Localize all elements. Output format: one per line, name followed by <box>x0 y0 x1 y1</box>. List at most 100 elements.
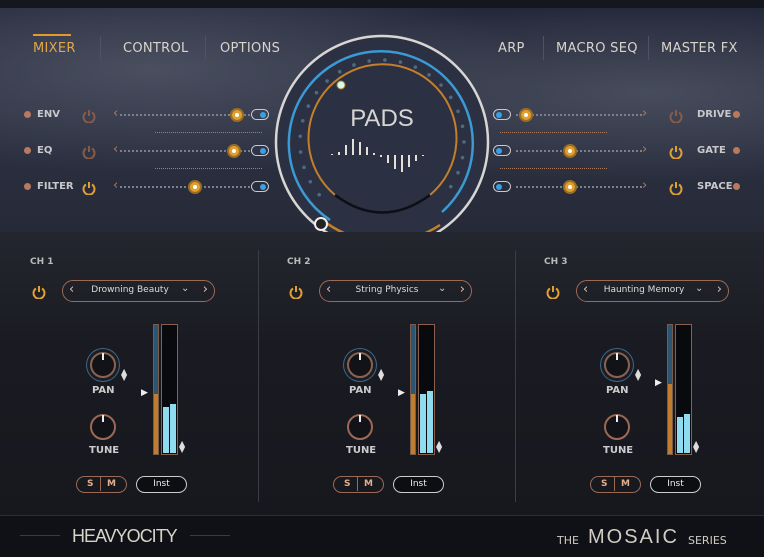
fx-indicator-dot <box>733 147 740 154</box>
volume-handle-icon[interactable]: ▶ <box>398 388 405 398</box>
fx-slider-track[interactable] <box>120 186 250 188</box>
channel-label: CH 2 <box>287 257 311 267</box>
preset-selector[interactable]: ‹ String Physics ⌄ › <box>319 280 472 302</box>
divider <box>190 535 230 536</box>
output-button[interactable]: Inst <box>393 476 444 493</box>
tune-knob[interactable] <box>604 414 630 440</box>
series-the: THE <box>557 534 579 547</box>
channel-power-icon[interactable] <box>289 284 303 300</box>
solo-button[interactable]: S <box>87 479 93 489</box>
fx-slider-track[interactable] <box>516 114 642 116</box>
slider-min-icon: ‹ <box>113 142 119 157</box>
preset-selector[interactable]: ‹ Drowning Beauty ⌄ › <box>62 280 215 302</box>
channel-power-icon[interactable] <box>32 284 46 300</box>
fx-indicator-dot <box>733 183 740 190</box>
fx-toggle[interactable] <box>251 145 269 156</box>
mute-button[interactable]: M <box>621 479 630 489</box>
solo-button[interactable]: S <box>344 479 350 489</box>
chevron-down-icon[interactable]: ⌄ <box>181 283 189 294</box>
power-icon[interactable] <box>82 180 96 196</box>
output-button[interactable]: Inst <box>136 476 187 493</box>
dial-dot <box>383 58 387 62</box>
dial-handle[interactable] <box>336 80 346 90</box>
active-tab-indicator <box>33 34 71 36</box>
channel-power-icon[interactable] <box>546 284 560 300</box>
volume-fader[interactable] <box>667 324 673 455</box>
meter-stepper-icon[interactable]: ▲ ▼ <box>179 440 185 454</box>
dial-dot <box>456 109 460 114</box>
power-icon[interactable] <box>669 180 683 196</box>
dial-dot <box>298 150 303 154</box>
pan-stepper-icon[interactable]: ▲ ▼ <box>635 368 641 382</box>
pan-knob[interactable] <box>90 352 116 378</box>
dial-start-handle[interactable] <box>314 217 328 231</box>
fx-toggle[interactable] <box>493 145 511 156</box>
fx-label: GATE <box>697 145 726 156</box>
footer: HEAVYOCITY THE MOSAIC SERIES <box>0 515 764 557</box>
tab-master-fx[interactable]: MASTER FX <box>661 41 738 56</box>
solo-button[interactable]: S <box>601 479 607 489</box>
heavyocity-logo: HEAVYOCITY <box>72 526 178 546</box>
mute-button[interactable]: M <box>364 479 373 489</box>
meter-right <box>427 390 433 453</box>
pan-knob[interactable] <box>604 352 630 378</box>
preset-name: Haunting Memory <box>603 285 685 295</box>
pan-stepper-icon[interactable]: ▲ ▼ <box>378 368 384 382</box>
power-icon[interactable] <box>82 108 96 124</box>
dial-dot <box>448 95 453 100</box>
fx-toggle[interactable] <box>493 109 511 120</box>
next-preset-icon[interactable]: › <box>717 282 722 297</box>
meter-stepper-icon[interactable]: ▲ ▼ <box>436 440 442 454</box>
divider <box>100 477 101 491</box>
dial-dot <box>306 104 311 108</box>
dial-dot <box>460 155 465 160</box>
dotted-divider <box>155 132 262 133</box>
chevron-down-icon[interactable]: ⌄ <box>438 283 446 294</box>
tab-control[interactable]: CONTROL <box>123 41 189 56</box>
dial-dot <box>325 79 329 83</box>
power-icon[interactable] <box>82 144 96 160</box>
fx-slider-handle[interactable] <box>230 108 244 122</box>
tab-macro-seq[interactable]: MACRO SEQ <box>556 41 638 56</box>
level-meter <box>418 324 435 455</box>
fx-toggle[interactable] <box>493 181 511 192</box>
tune-knob[interactable] <box>90 414 116 440</box>
fx-indicator-dot <box>733 111 740 118</box>
power-icon[interactable] <box>669 108 683 124</box>
series-word: SERIES <box>688 534 727 547</box>
fx-label: EQ <box>37 145 53 156</box>
pan-knob[interactable] <box>347 352 373 378</box>
dial-dot <box>413 65 418 69</box>
fx-toggle[interactable] <box>251 109 269 120</box>
meter-right <box>170 403 176 453</box>
dial-dot <box>398 60 403 64</box>
macro-dial[interactable]: PADS <box>270 30 494 254</box>
tab-arp[interactable]: ARP <box>498 41 525 56</box>
volume-handle-icon[interactable]: ▶ <box>655 378 662 388</box>
dial-dot <box>448 184 453 189</box>
tune-knob[interactable] <box>347 414 373 440</box>
fx-toggle[interactable] <box>251 181 269 192</box>
volume-handle-icon[interactable]: ▶ <box>141 388 148 398</box>
slider-max-icon: › <box>642 178 648 193</box>
power-icon[interactable] <box>669 144 683 160</box>
next-preset-icon[interactable]: › <box>203 282 208 297</box>
meter-stepper-icon[interactable]: ▲ ▼ <box>693 440 699 454</box>
chevron-down-icon[interactable]: ⌄ <box>695 283 703 294</box>
fx-indicator-dot <box>24 147 31 154</box>
channel-strip: CH 2 ‹ String Physics ⌄ › ▲ ▼ PAN TUNE ▶ … <box>257 232 514 515</box>
output-button[interactable]: Inst <box>650 476 701 493</box>
tab-mixer[interactable]: MIXER <box>33 41 76 56</box>
fx-slider-track[interactable] <box>516 150 642 152</box>
next-preset-icon[interactable]: › <box>460 282 465 297</box>
fx-slider-handle[interactable] <box>519 108 533 122</box>
pan-stepper-icon[interactable]: ▲ ▼ <box>121 368 127 382</box>
level-meter <box>161 324 178 455</box>
volume-fader[interactable] <box>410 324 416 455</box>
preset-selector[interactable]: ‹ Haunting Memory ⌄ › <box>576 280 729 302</box>
volume-fader[interactable] <box>153 324 159 455</box>
fx-slider-track[interactable] <box>516 186 642 188</box>
divider <box>614 477 615 491</box>
mute-button[interactable]: M <box>107 479 116 489</box>
pan-label: PAN <box>349 385 372 396</box>
